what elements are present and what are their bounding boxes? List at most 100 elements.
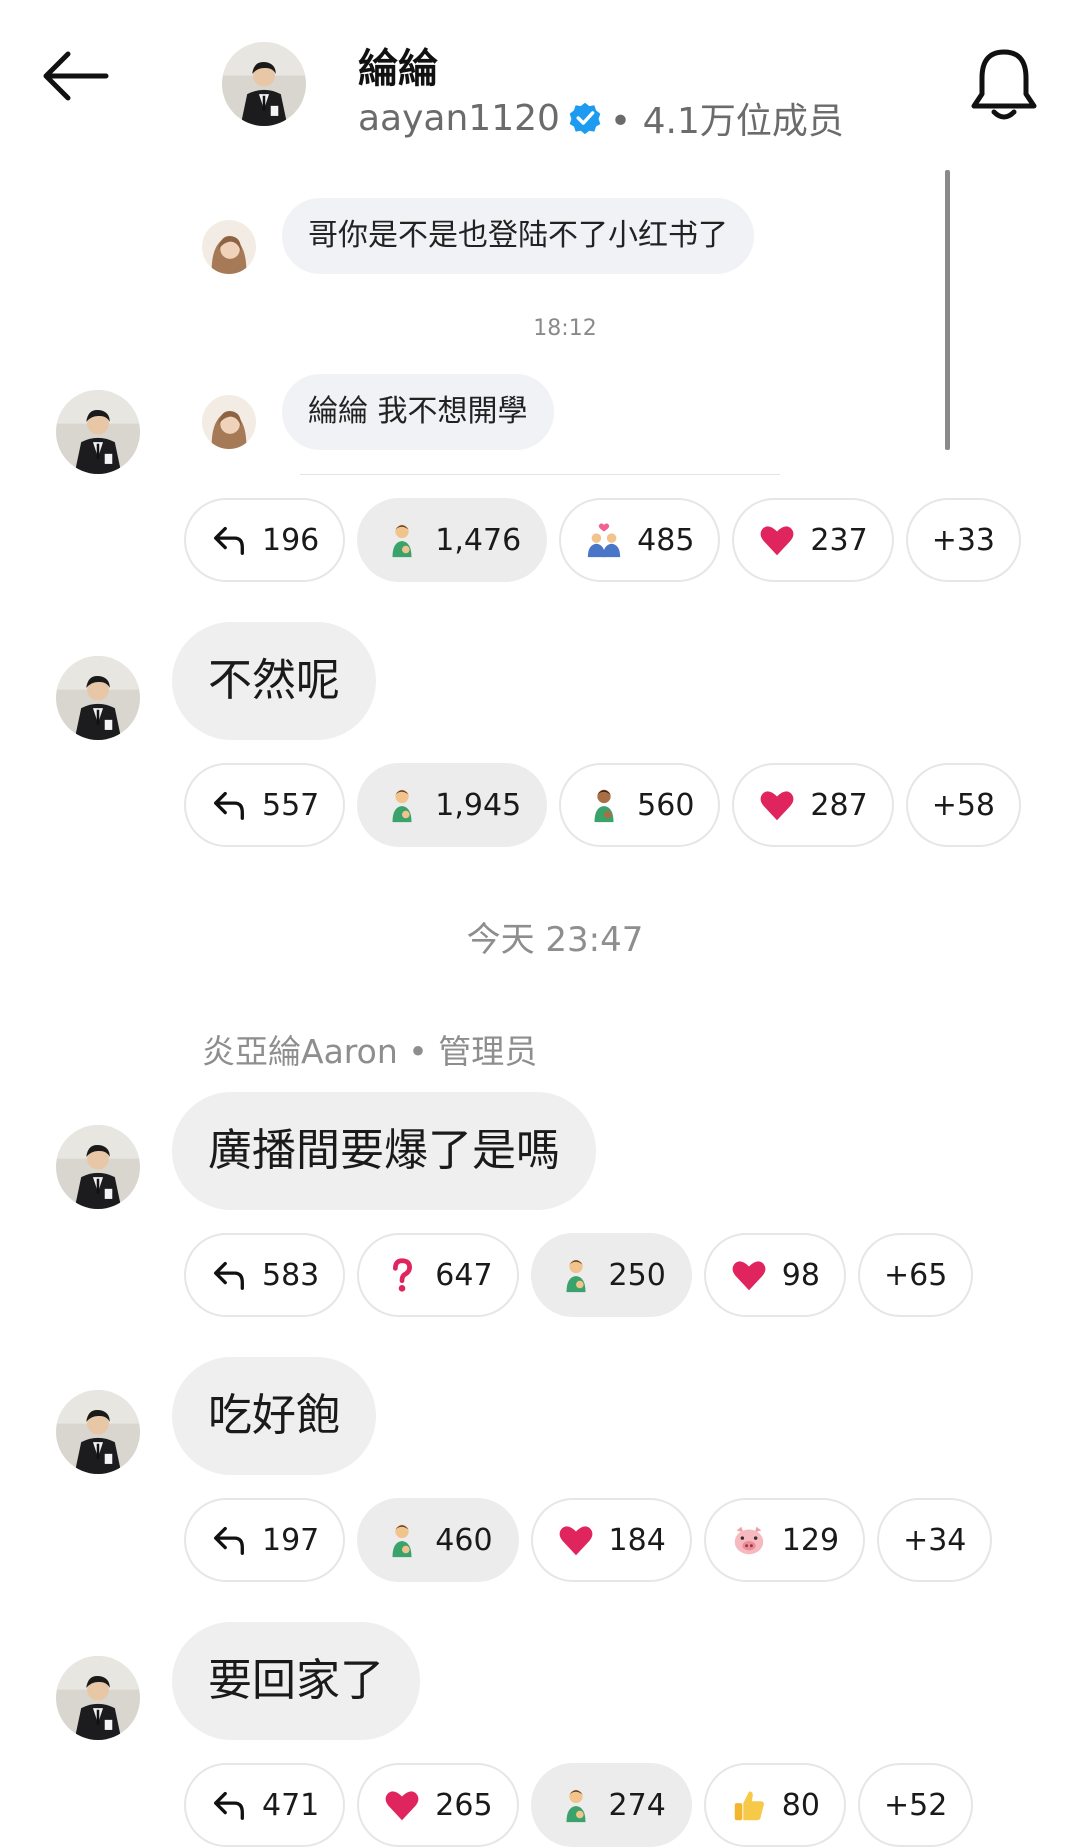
back-button[interactable] [40,50,140,120]
quote-message: 哥你是不是也登陆不了小红书了 [282,198,754,274]
message-avatar[interactable] [56,390,140,474]
quote-border [945,170,950,450]
message-avatar[interactable] [56,1390,140,1474]
reply-count-chip[interactable]: 583 [184,1233,346,1317]
reaction-count: 265 [435,1787,493,1823]
thumbs-up-emoji-icon [730,1786,768,1824]
couple-emoji-icon [585,521,623,559]
message-bubble[interactable]: 廣播間要爆了是嗎 [172,1092,596,1210]
message-avatar[interactable] [56,1125,140,1209]
reaction-count: 237 [810,522,868,558]
more-reactions-chip[interactable]: +33 [905,498,1021,582]
person-emoji-icon [383,1521,421,1559]
reply-icon [210,1786,248,1824]
more-reactions-chip[interactable]: +34 [877,1498,993,1582]
bell-icon [971,49,1037,120]
channel-avatar[interactable] [222,42,306,126]
quote-timestamp: 18:12 [533,316,597,341]
person-emoji-icon [383,786,421,824]
reaction-chip[interactable]: 80 [703,1763,846,1847]
reaction-row: 196 1,476 485 237 +33 [184,498,1021,582]
reaction-count: 274 [608,1787,666,1823]
reaction-count: +52 [883,1787,948,1823]
reply-icon [210,521,248,559]
reaction-chip[interactable]: 1,945 [357,763,548,847]
person-dark-emoji-icon [585,786,623,824]
reaction-chip[interactable]: 98 [703,1233,846,1317]
message-bubble[interactable]: 吃好飽 [172,1357,376,1475]
reaction-chip[interactable]: 250 [530,1233,692,1317]
reaction-chip[interactable]: 184 [530,1498,692,1582]
member-count: • 4.1万位成员 [609,101,844,142]
reaction-count: 98 [781,1257,820,1293]
reaction-count: 250 [608,1257,666,1293]
reaction-count: 1,945 [435,787,522,823]
reaction-chip[interactable]: 647 [357,1233,519,1317]
reply-count-chip[interactable]: 197 [184,1498,346,1582]
reaction-count: +58 [931,787,995,823]
heart-emoji-icon [730,1256,768,1294]
reaction-count: 471 [262,1787,320,1823]
person-emoji-icon [557,1786,595,1824]
reaction-count: 129 [781,1522,840,1558]
reaction-row: 557 1,945 560 287 +58 [184,763,1021,847]
reaction-count: +65 [883,1257,948,1293]
reply-count-chip[interactable]: 471 [184,1763,346,1847]
quote-avatar [202,395,256,449]
channel-handle: aayan1120 [358,97,560,139]
message-bubble[interactable]: 要回家了 [172,1622,420,1740]
message-avatar[interactable] [56,656,140,740]
more-reactions-chip[interactable]: +58 [905,763,1021,847]
reaction-chip[interactable]: 274 [530,1763,692,1847]
reaction-chip[interactable]: 129 [703,1498,866,1582]
notification-button[interactable] [968,44,1044,128]
reply-icon [210,786,248,824]
heart-emoji-icon [383,1786,421,1824]
reaction-count: 287 [810,787,868,823]
person-emoji-icon [557,1256,595,1294]
reaction-count: 647 [435,1257,493,1293]
reaction-count: 196 [262,522,320,558]
reaction-chip[interactable]: 485 [559,498,721,582]
reaction-row: 197 460 184 129 +34 [184,1498,993,1582]
reaction-chip[interactable]: 287 [732,763,894,847]
question-emoji-icon [383,1256,421,1294]
arrow-left-icon [43,51,109,101]
reaction-row: 583 647 250 98 +65 [184,1233,974,1317]
verified-badge-icon [569,102,601,135]
channel-title: 綸綸 [358,46,438,92]
reaction-count: 557 [262,787,320,823]
heart-emoji-icon [557,1521,595,1559]
reaction-count: 460 [435,1522,493,1558]
message-avatar[interactable] [56,1656,140,1740]
reply-count-chip[interactable]: 196 [184,498,346,582]
quote-divider [300,474,780,475]
reaction-count: 184 [608,1522,666,1558]
reaction-count: 583 [262,1257,320,1293]
reaction-chip[interactable]: 1,476 [357,498,548,582]
reaction-count: 485 [637,522,695,558]
reaction-count: 1,476 [435,522,522,558]
channel-subtitle: aayan1120 • 4.1万位成员 [358,92,844,144]
reaction-chip[interactable]: 460 [357,1498,519,1582]
reaction-count: +34 [903,1522,967,1558]
reaction-row: 471 265 274 80 +52 [184,1763,974,1847]
more-reactions-chip[interactable]: +52 [857,1763,974,1847]
reply-count-chip[interactable]: 557 [184,763,346,847]
reply-icon [210,1256,248,1294]
quote-avatar [202,220,256,274]
day-timestamp: 今天 23:47 [466,920,644,960]
reply-icon [210,1521,248,1559]
person-emoji-icon [383,521,421,559]
pig-emoji-icon [730,1521,768,1559]
message-bubble[interactable]: 不然呢 [172,622,376,740]
reaction-chip[interactable]: 560 [559,763,721,847]
reaction-chip[interactable]: 237 [732,498,894,582]
more-reactions-chip[interactable]: +65 [857,1233,974,1317]
author-name: 炎亞綸Aaron • 管理员 [202,1032,538,1071]
reaction-count: +33 [931,522,995,558]
reaction-chip[interactable]: 265 [357,1763,519,1847]
reaction-count: 197 [262,1522,320,1558]
reaction-count: 560 [637,787,695,823]
quote-message: 綸綸 我不想開學 [282,374,554,450]
